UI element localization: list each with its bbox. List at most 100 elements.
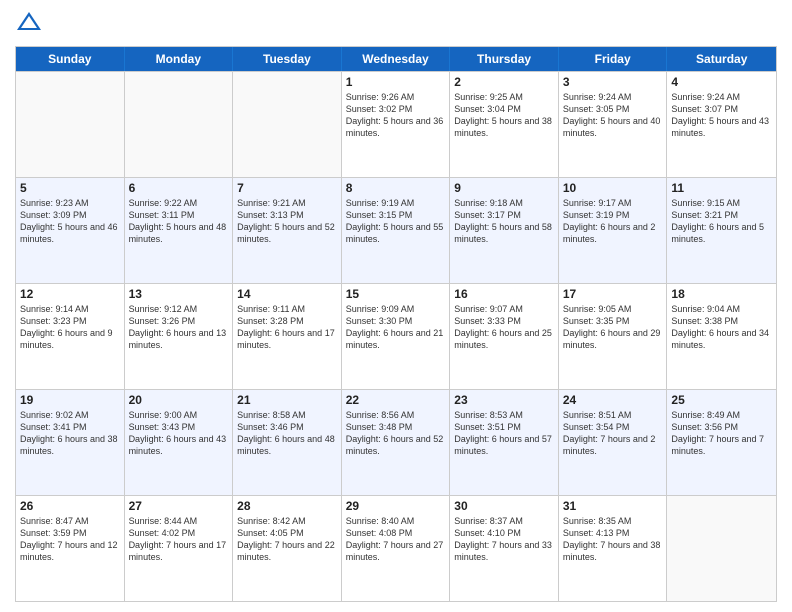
day-number: 3 [563, 75, 663, 89]
day-info: Sunrise: 9:12 AM Sunset: 3:26 PM Dayligh… [129, 303, 229, 352]
day-number: 13 [129, 287, 229, 301]
day-info: Sunrise: 9:14 AM Sunset: 3:23 PM Dayligh… [20, 303, 120, 352]
day-info: Sunrise: 8:42 AM Sunset: 4:05 PM Dayligh… [237, 515, 337, 564]
day-number: 1 [346, 75, 446, 89]
day-info: Sunrise: 9:15 AM Sunset: 3:21 PM Dayligh… [671, 197, 772, 246]
calendar-cell: 24Sunrise: 8:51 AM Sunset: 3:54 PM Dayli… [559, 390, 668, 495]
calendar-cell [233, 72, 342, 177]
day-info: Sunrise: 8:53 AM Sunset: 3:51 PM Dayligh… [454, 409, 554, 458]
calendar-cell [125, 72, 234, 177]
calendar-cell: 22 Sunrise: 8:56 AM Sunset: 3:48 PM Dayli… [342, 390, 451, 495]
day-info: Sunrise: 9:25 AM Sunset: 3:04 PM Dayligh… [454, 91, 554, 140]
day-number: 19 [20, 393, 120, 407]
weekday-header: Friday [559, 47, 668, 71]
day-number: 16 [454, 287, 554, 301]
day-number: 4 [671, 75, 772, 89]
calendar-cell: 31 Sunrise: 8:35 AM Sunset: 4:13 PM Dayli… [559, 496, 668, 601]
day-number: 5 [20, 181, 120, 195]
day-info: Sunrise: 8:37 AM Sunset: 4:10 PM Dayligh… [454, 515, 554, 564]
calendar-cell: 10 Sunrise: 9:17 AM Sunset: 3:19 PM Dayli… [559, 178, 668, 283]
weekday-header: Saturday [667, 47, 776, 71]
weekday-header: Tuesday [233, 47, 342, 71]
day-info: Sunrise: 9:21 AM Sunset: 3:13 PM Dayligh… [237, 197, 337, 246]
calendar-row: 12 Sunrise: 9:14 AM Sunset: 3:23 PM Dayli… [16, 283, 776, 389]
day-number: 25 [671, 393, 772, 407]
weekday-header: Monday [125, 47, 234, 71]
day-number: 26 [20, 499, 120, 513]
day-number: 14 [237, 287, 337, 301]
calendar-cell: 23 Sunrise: 8:53 AM Sunset: 3:51 PM Dayli… [450, 390, 559, 495]
day-info: Sunrise: 9:24 AM Sunset: 3:05 PM Dayligh… [563, 91, 663, 140]
day-info: Sunrise: 8:47 AM Sunset: 3:59 PM Dayligh… [20, 515, 120, 564]
day-info: Sunrise: 9:09 AM Sunset: 3:30 PM Dayligh… [346, 303, 446, 352]
day-info: Sunrise: 9:11 AM Sunset: 3:28 PM Dayligh… [237, 303, 337, 352]
calendar-cell: 5Sunrise: 9:23 AM Sunset: 3:09 PM Daylig… [16, 178, 125, 283]
day-number: 22 [346, 393, 446, 407]
calendar-cell: 14 Sunrise: 9:11 AM Sunset: 3:28 PM Dayli… [233, 284, 342, 389]
day-info: Sunrise: 9:05 AM Sunset: 3:35 PM Dayligh… [563, 303, 663, 352]
calendar-cell: 28 Sunrise: 8:42 AM Sunset: 4:05 PM Dayli… [233, 496, 342, 601]
calendar-row: 5Sunrise: 9:23 AM Sunset: 3:09 PM Daylig… [16, 177, 776, 283]
day-info: Sunrise: 8:35 AM Sunset: 4:13 PM Dayligh… [563, 515, 663, 564]
day-info: Sunrise: 9:19 AM Sunset: 3:15 PM Dayligh… [346, 197, 446, 246]
calendar-cell: 17 Sunrise: 9:05 AM Sunset: 3:35 PM Dayli… [559, 284, 668, 389]
calendar-header: SundayMondayTuesdayWednesdayThursdayFrid… [16, 47, 776, 71]
calendar-cell: 6 Sunrise: 9:22 AM Sunset: 3:11 PM Daylig… [125, 178, 234, 283]
calendar-cell: 4Sunrise: 9:24 AM Sunset: 3:07 PM Daylig… [667, 72, 776, 177]
calendar-cell: 25 Sunrise: 8:49 AM Sunset: 3:56 PM Dayli… [667, 390, 776, 495]
day-number: 31 [563, 499, 663, 513]
day-info: Sunrise: 9:00 AM Sunset: 3:43 PM Dayligh… [129, 409, 229, 458]
calendar: SundayMondayTuesdayWednesdayThursdayFrid… [15, 46, 777, 602]
calendar-cell: 7 Sunrise: 9:21 AM Sunset: 3:13 PM Daylig… [233, 178, 342, 283]
day-number: 6 [129, 181, 229, 195]
calendar-cell: 16 Sunrise: 9:07 AM Sunset: 3:33 PM Dayli… [450, 284, 559, 389]
day-info: Sunrise: 8:56 AM Sunset: 3:48 PM Dayligh… [346, 409, 446, 458]
page: SundayMondayTuesdayWednesdayThursdayFrid… [0, 0, 792, 612]
calendar-cell: 20Sunrise: 9:00 AM Sunset: 3:43 PM Dayli… [125, 390, 234, 495]
day-info: Sunrise: 9:18 AM Sunset: 3:17 PM Dayligh… [454, 197, 554, 246]
day-info: Sunrise: 9:04 AM Sunset: 3:38 PM Dayligh… [671, 303, 772, 352]
day-number: 29 [346, 499, 446, 513]
day-number: 2 [454, 75, 554, 89]
day-info: Sunrise: 8:40 AM Sunset: 4:08 PM Dayligh… [346, 515, 446, 564]
calendar-cell: 18 Sunrise: 9:04 AM Sunset: 3:38 PM Dayli… [667, 284, 776, 389]
calendar-row: 1Sunrise: 9:26 AM Sunset: 3:02 PM Daylig… [16, 71, 776, 177]
calendar-cell: 19Sunrise: 9:02 AM Sunset: 3:41 PM Dayli… [16, 390, 125, 495]
day-number: 30 [454, 499, 554, 513]
day-number: 18 [671, 287, 772, 301]
day-number: 23 [454, 393, 554, 407]
day-number: 15 [346, 287, 446, 301]
weekday-header: Sunday [16, 47, 125, 71]
calendar-row: 26 Sunrise: 8:47 AM Sunset: 3:59 PM Dayli… [16, 495, 776, 601]
day-info: Sunrise: 9:07 AM Sunset: 3:33 PM Dayligh… [454, 303, 554, 352]
calendar-cell: 13 Sunrise: 9:12 AM Sunset: 3:26 PM Dayli… [125, 284, 234, 389]
weekday-header: Thursday [450, 47, 559, 71]
day-info: Sunrise: 8:51 AM Sunset: 3:54 PM Dayligh… [563, 409, 663, 458]
calendar-cell: 26 Sunrise: 8:47 AM Sunset: 3:59 PM Dayli… [16, 496, 125, 601]
calendar-cell: 21 Sunrise: 8:58 AM Sunset: 3:46 PM Dayli… [233, 390, 342, 495]
calendar-cell: 3 Sunrise: 9:24 AM Sunset: 3:05 PM Daylig… [559, 72, 668, 177]
day-number: 17 [563, 287, 663, 301]
day-number: 7 [237, 181, 337, 195]
day-info: Sunrise: 9:17 AM Sunset: 3:19 PM Dayligh… [563, 197, 663, 246]
header [15, 10, 777, 38]
day-info: Sunrise: 8:49 AM Sunset: 3:56 PM Dayligh… [671, 409, 772, 458]
day-number: 21 [237, 393, 337, 407]
calendar-body: 1Sunrise: 9:26 AM Sunset: 3:02 PM Daylig… [16, 71, 776, 601]
weekday-header: Wednesday [342, 47, 451, 71]
day-number: 10 [563, 181, 663, 195]
calendar-cell: 8Sunrise: 9:19 AM Sunset: 3:15 PM Daylig… [342, 178, 451, 283]
day-number: 11 [671, 181, 772, 195]
calendar-cell [16, 72, 125, 177]
day-number: 28 [237, 499, 337, 513]
calendar-cell: 29 Sunrise: 8:40 AM Sunset: 4:08 PM Dayli… [342, 496, 451, 601]
day-info: Sunrise: 8:44 AM Sunset: 4:02 PM Dayligh… [129, 515, 229, 564]
day-info: Sunrise: 9:22 AM Sunset: 3:11 PM Dayligh… [129, 197, 229, 246]
calendar-cell [667, 496, 776, 601]
calendar-cell: 27 Sunrise: 8:44 AM Sunset: 4:02 PM Dayli… [125, 496, 234, 601]
calendar-cell: 9Sunrise: 9:18 AM Sunset: 3:17 PM Daylig… [450, 178, 559, 283]
day-number: 27 [129, 499, 229, 513]
day-number: 12 [20, 287, 120, 301]
day-info: Sunrise: 8:58 AM Sunset: 3:46 PM Dayligh… [237, 409, 337, 458]
calendar-row: 19Sunrise: 9:02 AM Sunset: 3:41 PM Dayli… [16, 389, 776, 495]
